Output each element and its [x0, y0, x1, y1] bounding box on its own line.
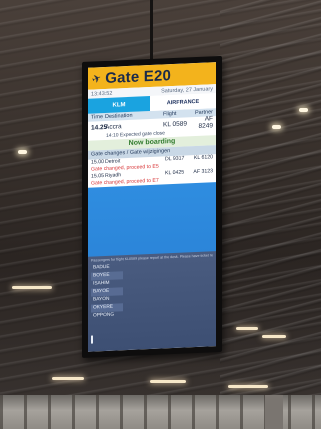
ceiling-light-strip [262, 335, 286, 338]
flight-destination: Accra [105, 122, 122, 131]
klm-logo: KLM [88, 96, 150, 114]
flight-time: 14.25 [91, 123, 108, 132]
change-partner: KL 6120 [193, 154, 213, 162]
airplane-icon: ✈ [90, 71, 104, 87]
gate-display: ✈ Gate E20 13:43:52 Saturday, 27 January… [82, 55, 222, 359]
col-flight: Flight [163, 110, 177, 118]
ceiling-light-strip [236, 327, 258, 330]
display-screen: ✈ Gate E20 13:43:52 Saturday, 27 January… [88, 62, 216, 352]
cursor-mark [91, 335, 93, 344]
change-flight: DL 9317 [165, 155, 185, 163]
hanging-rod [150, 0, 153, 68]
ceiling-light [18, 150, 27, 154]
ceiling-light-strip [228, 385, 268, 388]
ceiling-slats-right [220, 0, 321, 429]
ceiling-light-strip [12, 286, 52, 289]
change-partner: AF 3123 [193, 168, 213, 176]
pillar [265, 395, 283, 429]
gate-title: Gate E20 [105, 66, 172, 87]
ceiling-light [272, 125, 281, 129]
airfrance-logo: AIRFRANCE [150, 93, 216, 112]
airport-scene: ✈ Gate E20 13:43:52 Saturday, 27 January… [0, 0, 321, 429]
passenger-name: OPPONG [93, 312, 115, 319]
change-flight: KL 0425 [165, 169, 185, 177]
flight-number: KL 0589 [163, 119, 187, 128]
partner-flight: AF 8249 [198, 115, 213, 130]
ceiling-light [299, 108, 308, 112]
ceiling-light-strip [150, 380, 186, 383]
ceiling-light-strip [52, 377, 84, 380]
current-time: 13:43:52 [91, 90, 113, 98]
col-time: Time [91, 114, 104, 121]
passenger-call-panel: Passengers for flight KL0589 please repo… [88, 251, 216, 352]
